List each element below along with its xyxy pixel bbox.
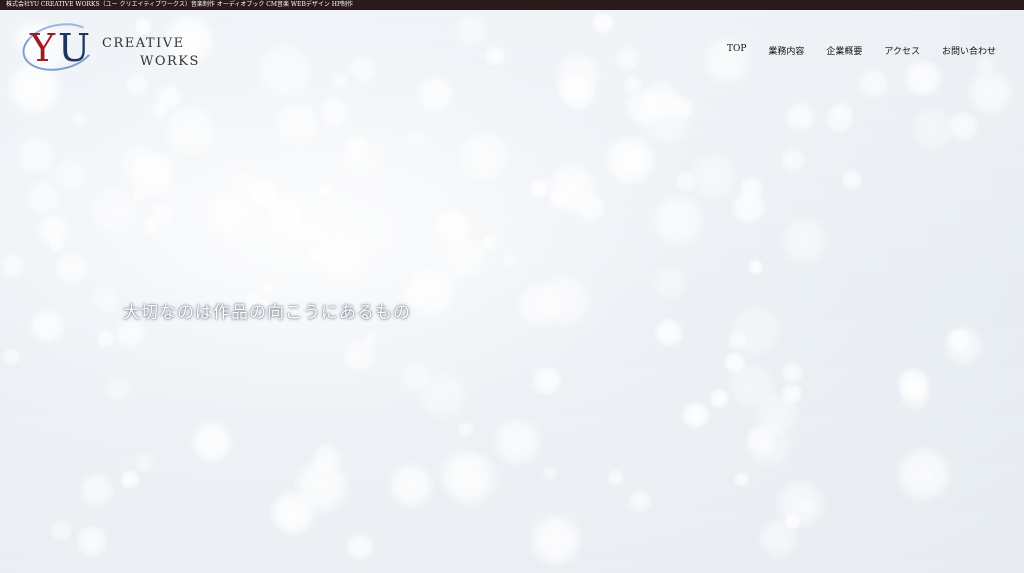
bokeh-spot <box>456 129 511 185</box>
bokeh-spot <box>255 39 315 103</box>
bokeh-spot <box>894 444 954 506</box>
bokeh-spot <box>258 281 276 298</box>
bokeh-spot <box>339 339 381 372</box>
bokeh-spot <box>51 252 91 285</box>
bokeh-spot <box>455 422 475 437</box>
bokeh-spot <box>606 468 625 489</box>
bokeh-spot <box>452 11 490 49</box>
bokeh-spot <box>162 104 219 159</box>
bokeh-spot <box>612 43 642 72</box>
bokeh-spot <box>558 74 598 111</box>
bokeh-spot <box>589 11 616 35</box>
bokeh-spot <box>536 271 593 331</box>
bokeh-spot <box>269 489 317 538</box>
bokeh-spot <box>74 524 109 558</box>
bokeh-spot <box>318 94 350 129</box>
bokeh-spot <box>89 286 122 313</box>
bokeh-spot <box>347 52 379 87</box>
bokeh-spot <box>754 390 802 439</box>
bokeh-spot <box>527 511 584 569</box>
bokeh-spot <box>780 147 806 173</box>
nav-item-access[interactable]: アクセス <box>884 44 920 57</box>
bokeh-spot <box>190 419 235 465</box>
bokeh-spot <box>689 151 740 202</box>
bokeh-spot <box>898 377 931 412</box>
bokeh-spot <box>529 366 565 395</box>
main-nav: TOP 業務内容 企業概要 アクセス お問い合わせ <box>727 44 996 57</box>
logo-letter-y: Y <box>30 26 56 70</box>
bokeh-spot <box>387 461 435 511</box>
nav-item-top[interactable]: TOP <box>727 44 746 57</box>
bokeh-spot <box>900 60 945 98</box>
bokeh-spot <box>778 362 806 384</box>
bokeh-spot <box>407 131 426 149</box>
bokeh-spot <box>77 472 115 509</box>
bokeh-spot <box>415 73 454 116</box>
bokeh-spot <box>13 136 60 174</box>
bokeh-spot <box>116 142 160 182</box>
bokeh-spot <box>739 174 765 202</box>
bokeh-spot <box>501 252 517 268</box>
top-info-bar: 株式会社YU CREATIVE WORKS（ユー クリエイティブワークス）音楽制… <box>0 0 1024 10</box>
bokeh-spot <box>823 104 856 134</box>
bokeh-spot <box>431 206 474 247</box>
hero-section: Y U CREATIVE WORKS TOP 業務内容 企業概要 アクセス お問… <box>0 10 1024 573</box>
bokeh-spot <box>203 187 253 238</box>
bokeh-spot <box>909 105 955 154</box>
bokeh-spot <box>576 191 607 224</box>
logo-letter-u: U <box>58 26 91 70</box>
top-info-text: 株式会社YU CREATIVE WORKS（ユー クリエイティブワークス）音楽制… <box>6 1 354 8</box>
bokeh-spot <box>945 328 974 352</box>
bokeh-spot <box>651 191 707 250</box>
bokeh-spot <box>675 170 698 194</box>
hero-tagline: 大切なのは作品の向こうにあるもの <box>123 303 411 323</box>
bokeh-spot <box>104 376 134 401</box>
bokeh-spot <box>29 306 66 345</box>
bokeh-spot <box>401 360 432 394</box>
nav-item-services[interactable]: 業務内容 <box>768 44 804 57</box>
bokeh-spot <box>0 251 28 280</box>
bokeh-spot <box>274 98 320 150</box>
bokeh-spot <box>653 316 685 349</box>
bokeh-spot <box>480 235 500 250</box>
bokeh-spot <box>784 100 817 135</box>
bokeh-spot <box>435 447 492 500</box>
bokeh-spot <box>119 468 141 491</box>
bokeh-spot <box>307 245 326 265</box>
nav-item-contact[interactable]: お問い合わせ <box>942 44 996 57</box>
bokeh-spot <box>541 465 557 482</box>
bokeh-spot <box>482 45 508 67</box>
bokeh-spot <box>68 111 87 128</box>
bokeh-spot <box>131 188 146 203</box>
bokeh-spot <box>731 472 752 488</box>
bokeh-spot <box>620 74 644 96</box>
bokeh-spot <box>34 214 73 246</box>
nav-item-company[interactable]: 企業概要 <box>826 44 862 57</box>
bokeh-spot <box>746 259 764 276</box>
bokeh-spot <box>649 266 691 299</box>
bokeh-spot <box>330 71 351 90</box>
bokeh-spot <box>333 135 389 183</box>
bokeh-spot <box>856 66 892 100</box>
bokeh-spot <box>841 167 864 192</box>
bokeh-spot <box>616 144 650 176</box>
bokeh-spot <box>680 401 713 429</box>
bokeh-spot <box>50 517 73 544</box>
bokeh-spot <box>147 201 179 229</box>
site-logo[interactable]: Y U CREATIVE WORKS <box>18 16 202 78</box>
logo-works-text: WORKS <box>140 54 200 69</box>
bokeh-spot <box>775 218 834 264</box>
logo-creative-text: CREATIVE <box>102 36 185 51</box>
bokeh-spot <box>490 416 544 466</box>
bokeh-spot <box>344 530 375 564</box>
bokeh-spot <box>133 452 156 475</box>
bokeh-spot <box>155 85 183 109</box>
bokeh-spot <box>627 487 653 516</box>
bokeh-spot <box>247 175 280 212</box>
bokeh-spot <box>318 182 333 198</box>
bokeh-spot <box>0 347 23 365</box>
